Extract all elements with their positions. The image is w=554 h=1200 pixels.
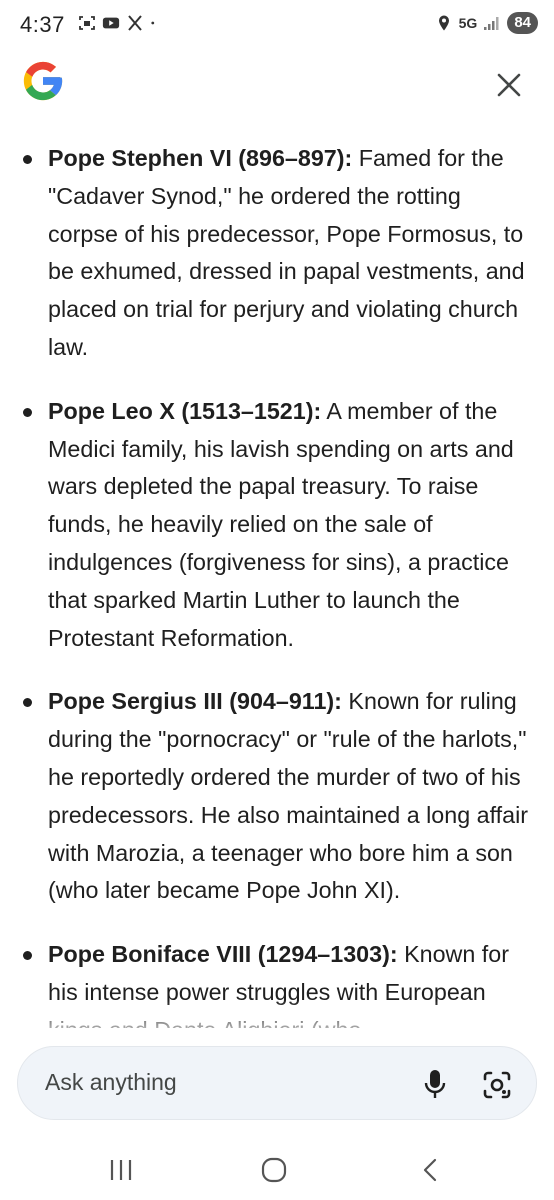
status-time: 4:37 — [20, 12, 65, 37]
battery-badge: 84 — [507, 12, 538, 34]
item-text: Famed for the "Cadaver Synod," he ordere… — [48, 145, 525, 360]
item-title: Pope Leo X (1513–1521): — [48, 397, 322, 424]
youtube-icon — [102, 17, 120, 29]
list-item: Pope Sergius III (904–911): Known for ru… — [0, 683, 554, 910]
system-nav-bar — [0, 1140, 554, 1200]
item-title: Pope Boniface VIII (1294–1303): — [48, 941, 398, 968]
screenshot-icon — [79, 16, 95, 30]
bullet-icon — [23, 407, 32, 417]
google-g-logo — [23, 61, 63, 101]
list-item: Pope Boniface VIII (1294–1303): Known fo… — [0, 936, 554, 1028]
mic-icon[interactable] — [420, 1067, 450, 1101]
home-icon[interactable] — [259, 1156, 289, 1184]
close-icon[interactable] — [494, 70, 524, 100]
ask-input[interactable]: Ask anything — [17, 1046, 537, 1120]
item-title: Pope Sergius III (904–911): — [48, 688, 342, 715]
status-bar: 4:37 5G 84 — [0, 0, 554, 46]
bullet-icon — [23, 155, 32, 164]
bullet-icon — [23, 698, 32, 708]
pope-list: Pope Stephen VI (896–897): Famed for the… — [0, 140, 554, 1028]
input-placeholder: Ask anything — [45, 1069, 177, 1095]
signal-icon — [484, 17, 499, 30]
dot-icon — [151, 21, 155, 25]
response-content: Pope Stephen VI (896–897): Famed for the… — [0, 140, 554, 1028]
system-status: 5G 84 — [435, 12, 538, 34]
item-text: A member of the Medici family, his lavis… — [48, 397, 514, 651]
bullet-icon — [23, 951, 32, 961]
back-icon[interactable] — [416, 1156, 446, 1184]
x-logo-icon — [128, 15, 142, 31]
item-title: Pope Stephen VI (896–897): — [48, 145, 353, 171]
item-text: Known for ruling during the "pornocracy"… — [48, 688, 529, 904]
network-label: 5G — [458, 15, 478, 31]
lens-camera-icon[interactable] — [481, 1069, 513, 1101]
input-area: Ask anything — [0, 1030, 554, 1140]
list-item: Pope Leo X (1513–1521): A member of the … — [0, 393, 554, 658]
recent-apps-icon[interactable] — [106, 1156, 136, 1184]
notification-icons — [78, 14, 160, 32]
header — [0, 46, 554, 126]
location-icon — [438, 15, 449, 31]
list-item: Pope Stephen VI (896–897): Famed for the… — [0, 140, 554, 367]
